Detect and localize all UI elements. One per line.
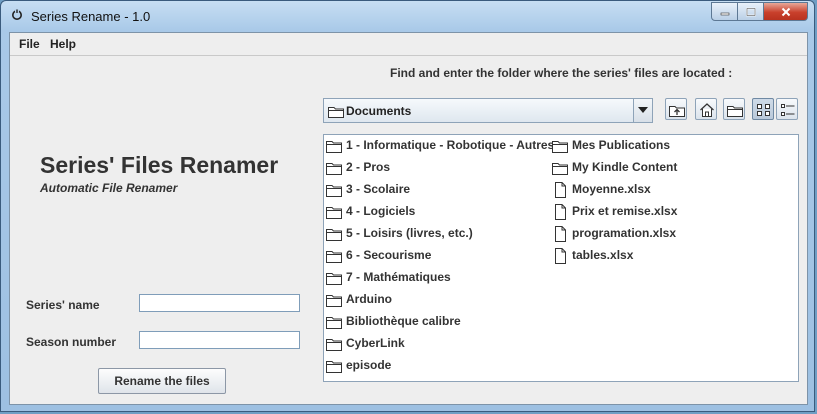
- file-name: Prix et remise.xlsx: [572, 204, 678, 218]
- menu-bar: File Help: [10, 33, 807, 56]
- season-number-label: Season number: [26, 335, 117, 349]
- file-icon: [555, 226, 566, 242]
- folder-icon: [326, 295, 342, 307]
- folder-icon: [328, 107, 344, 118]
- folder-icon: [326, 273, 342, 285]
- close-icon: [781, 7, 790, 16]
- file-name: tables.xlsx: [572, 248, 634, 262]
- file-name: Moyenne.xlsx: [572, 182, 651, 196]
- folder-icon: [552, 141, 568, 153]
- app-icon: [12, 9, 22, 20]
- chevron-down-icon: [638, 107, 648, 113]
- folder-icon: [326, 141, 342, 153]
- folder-icon: [326, 207, 342, 219]
- file-icon: [555, 182, 566, 198]
- file-icon: [555, 204, 566, 220]
- current-folder: Documents: [346, 104, 412, 118]
- new-folder-button[interactable]: [723, 98, 745, 120]
- maximize-icon: [745, 7, 756, 16]
- folder-icon: [326, 229, 342, 241]
- list-view-icon: [757, 104, 770, 116]
- folder-icon: [326, 317, 342, 329]
- home-icon: [700, 103, 714, 117]
- series-name-label: Series' name: [26, 298, 100, 312]
- file-icon: [555, 248, 566, 264]
- app-subtitle: Automatic File Renamer: [40, 181, 178, 195]
- file-name: Bibliothèque calibre: [346, 314, 461, 328]
- menu-help[interactable]: Help: [50, 37, 76, 51]
- client-area: File Help Series' Files Renamer Automati…: [9, 32, 808, 405]
- folder-combo[interactable]: Documents: [323, 98, 653, 123]
- file-name: episode: [346, 358, 392, 372]
- window-title: Series Rename - 1.0: [31, 9, 151, 24]
- details-view-icon: [781, 104, 795, 116]
- file-name: 7 - Mathématiques: [346, 270, 451, 284]
- close-button[interactable]: [764, 2, 808, 21]
- new-folder-icon: [727, 106, 743, 117]
- file-name: 3 - Scolaire: [346, 182, 411, 196]
- details-view-button[interactable]: [776, 98, 798, 120]
- file-name: 4 - Logiciels: [346, 204, 416, 218]
- file-name: Mes Publications: [572, 138, 671, 152]
- file-name: CyberLink: [346, 336, 405, 350]
- file-name: 5 - Loisirs (livres, etc.): [346, 226, 473, 240]
- rename-files-button[interactable]: Rename the files: [98, 368, 226, 394]
- combo-dropdown-button[interactable]: [633, 99, 652, 122]
- up-one-level-button[interactable]: [665, 98, 687, 120]
- window-controls: [711, 2, 808, 21]
- app-window: Series Rename - 1.0 File Help Series' Fi…: [0, 0, 815, 412]
- file-name: Arduino: [346, 292, 392, 306]
- app-title: Series' Files Renamer: [40, 152, 279, 178]
- file-name: 6 - Secourisme: [346, 248, 432, 262]
- home-button[interactable]: [695, 98, 717, 120]
- folder-icon: [552, 163, 568, 175]
- folder-icon: [326, 361, 342, 373]
- list-view-button[interactable]: [752, 98, 774, 120]
- file-name: programation.xlsx: [572, 226, 677, 240]
- title-bar[interactable]: Series Rename - 1.0: [1, 1, 814, 31]
- folder-icon: [326, 251, 342, 263]
- folder-icon: [326, 339, 342, 351]
- file-list[interactable]: 1 - Informatique - Robotique - Autres 2 -…: [323, 134, 799, 382]
- folder-icon: [326, 163, 342, 175]
- file-name: 1 - Informatique - Robotique - Autres: [346, 138, 555, 152]
- folder-chooser-label: Find and enter the folder where the seri…: [390, 66, 733, 80]
- folder-icon: [326, 185, 342, 197]
- series-name-input[interactable]: [139, 294, 300, 312]
- minimize-button[interactable]: [711, 2, 738, 21]
- file-name: 2 - Pros: [346, 160, 391, 174]
- minimize-icon: [720, 12, 729, 15]
- file-name: My Kindle Content: [572, 160, 678, 174]
- menu-file[interactable]: File: [19, 37, 40, 51]
- up-folder-icon: [669, 106, 685, 117]
- season-number-input[interactable]: [139, 331, 300, 349]
- maximize-button[interactable]: [738, 2, 764, 21]
